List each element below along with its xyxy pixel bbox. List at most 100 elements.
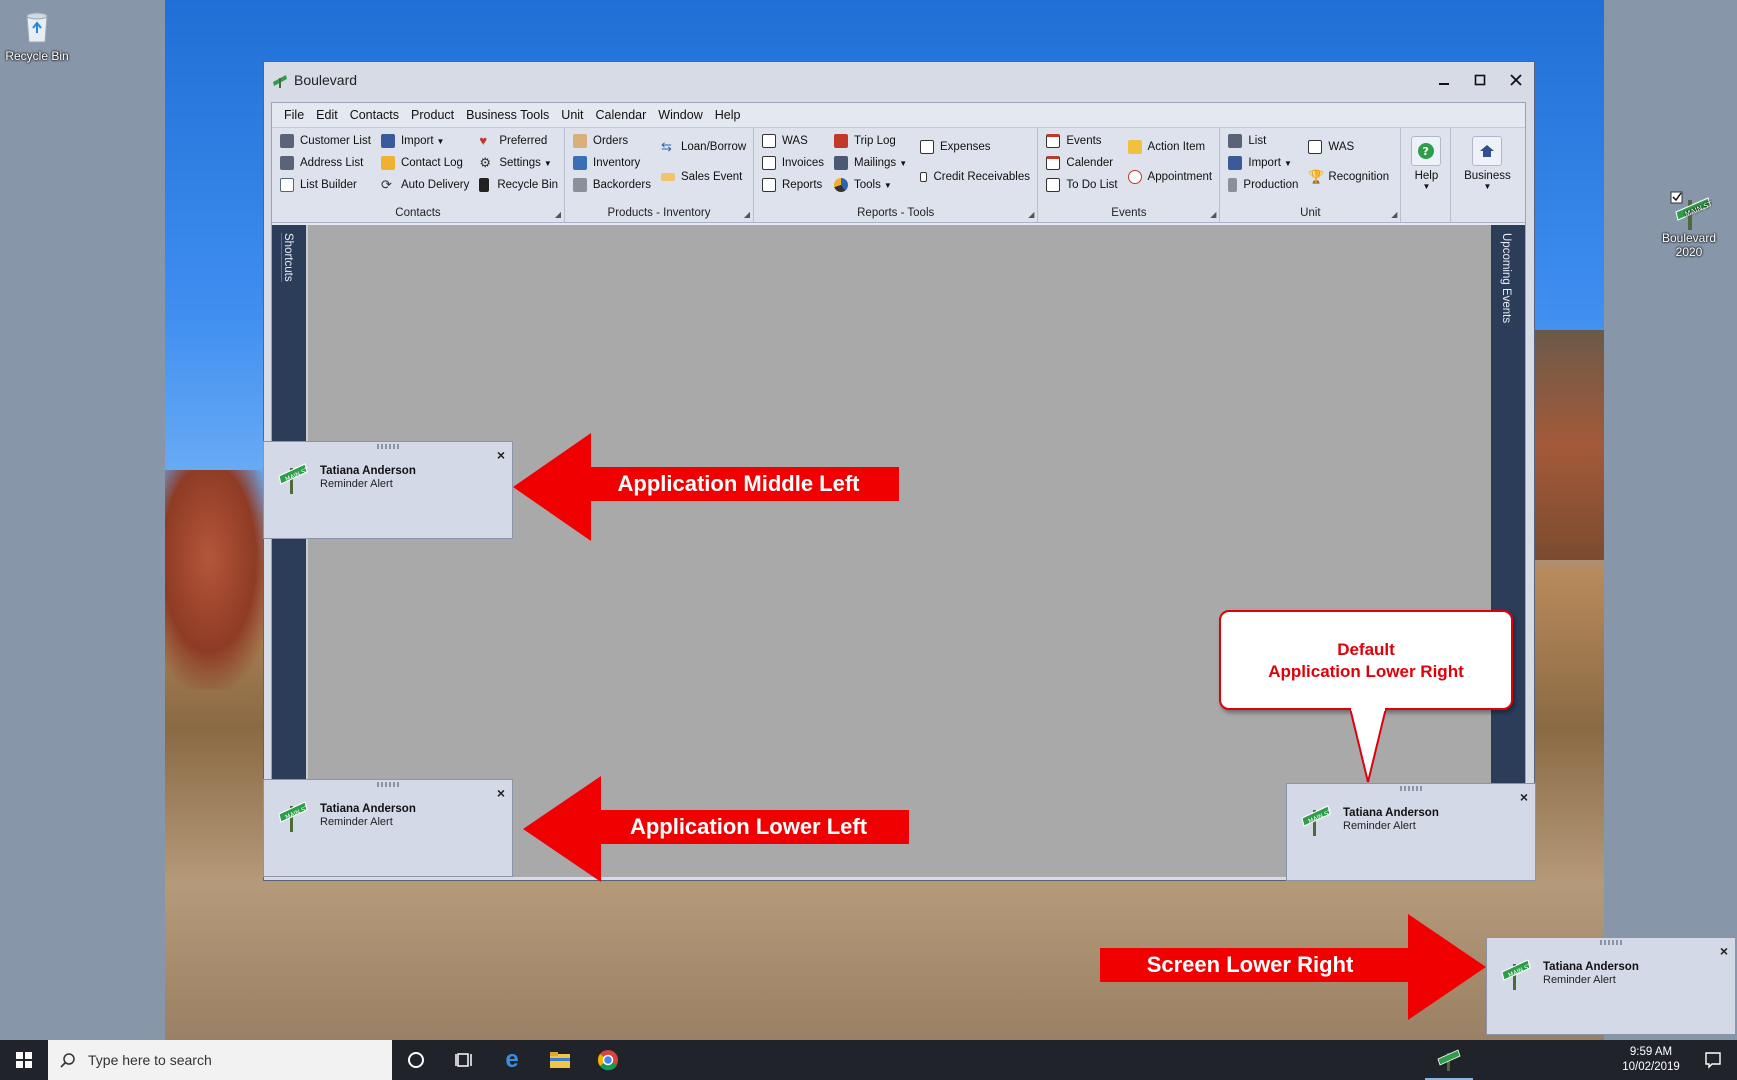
- loan-borrow-button[interactable]: ⇆ Loan/Borrow: [661, 138, 747, 156]
- alert-subtitle: Reminder Alert: [320, 816, 393, 828]
- start-button[interactable]: [0, 1040, 48, 1080]
- maximize-button[interactable]: [1462, 62, 1498, 98]
- chevron-down-icon: ▼: [899, 158, 908, 168]
- upcoming-events-panel-tab[interactable]: Upcoming Events: [1491, 225, 1525, 877]
- invoices-button[interactable]: Invoices: [762, 154, 824, 172]
- dialog-launcher-icon[interactable]: ◢: [555, 210, 561, 219]
- menu-unit[interactable]: Unit: [555, 108, 589, 122]
- file-explorer-button[interactable]: [536, 1040, 584, 1080]
- chrome-button[interactable]: [584, 1040, 632, 1080]
- cart-icon: [573, 178, 587, 192]
- expenses-button[interactable]: Expenses: [920, 138, 1030, 156]
- reminder-alert-lower-left[interactable]: × MAIN ST Tatiana Anderson Reminder Aler…: [263, 779, 513, 877]
- appointment-button[interactable]: Appointment: [1127, 168, 1214, 186]
- menu-edit[interactable]: Edit: [310, 108, 344, 122]
- reminder-alert-app-lower-right[interactable]: × MAIN ST Tatiana Anderson Reminder Aler…: [1286, 783, 1536, 881]
- menu-file[interactable]: File: [278, 108, 310, 122]
- address-list-button[interactable]: Address List: [280, 154, 371, 172]
- production-button[interactable]: Production: [1228, 176, 1298, 194]
- business-button[interactable]: Business ▼: [1457, 132, 1517, 191]
- title-bar[interactable]: Boulevard: [264, 62, 1534, 98]
- task-view-button[interactable]: [440, 1040, 488, 1080]
- auto-delivery-button[interactable]: ⟳ Auto Delivery: [381, 176, 469, 194]
- dialog-launcher-icon[interactable]: ◢: [1028, 210, 1034, 219]
- alert-close-button[interactable]: ×: [1520, 789, 1528, 805]
- unit-import-dropdown-button[interactable]: Import ▼: [1228, 154, 1298, 172]
- credit-receivables-button[interactable]: Credit Receivables: [920, 168, 1030, 186]
- boulevard-taskbar-button[interactable]: [1425, 1040, 1473, 1080]
- chevron-down-icon: ▼: [1422, 182, 1431, 191]
- preferred-button[interactable]: ♥ Preferred: [479, 132, 558, 150]
- checklist-icon: [1046, 178, 1061, 192]
- reminder-alert-middle-left[interactable]: × MAIN ST Tatiana Anderson Reminder Aler…: [263, 441, 513, 539]
- recognition-button[interactable]: 🏆 Recognition: [1308, 168, 1394, 186]
- label-application-lower-left: Application Lower Left: [629, 814, 868, 839]
- menu-window[interactable]: Window: [652, 108, 708, 122]
- tag-icon: [661, 173, 675, 181]
- edge-browser-button[interactable]: e: [488, 1040, 536, 1080]
- clock-time: 9:59 AM: [1629, 1046, 1673, 1058]
- tools-dropdown-button[interactable]: Tools ▼: [834, 176, 910, 194]
- drag-grip[interactable]: [1400, 786, 1422, 791]
- menu-product[interactable]: Product: [405, 108, 460, 122]
- list-builder-button[interactable]: List Builder: [280, 176, 371, 194]
- trip-log-button[interactable]: Trip Log: [834, 132, 910, 150]
- menu-business-tools[interactable]: Business Tools: [460, 108, 555, 122]
- chevron-down-icon: ▼: [543, 158, 552, 168]
- drag-grip[interactable]: [377, 782, 399, 787]
- dialog-launcher-icon[interactable]: ◢: [1210, 210, 1216, 219]
- window-title: Boulevard: [294, 72, 358, 88]
- calender-button[interactable]: Calender: [1046, 154, 1117, 172]
- orders-button[interactable]: Orders: [573, 132, 651, 150]
- action-center-button[interactable]: [1689, 1040, 1737, 1080]
- inventory-button[interactable]: Inventory: [573, 154, 651, 172]
- alert-close-button[interactable]: ×: [1720, 943, 1728, 959]
- action-item-button[interactable]: Action Item: [1127, 138, 1214, 156]
- alert-subtitle: Reminder Alert: [320, 478, 393, 490]
- menu-contacts[interactable]: Contacts: [344, 108, 405, 122]
- sales-event-button[interactable]: Sales Event: [661, 168, 747, 186]
- settings-dropdown-button[interactable]: ⚙ Settings ▼: [479, 154, 558, 172]
- folder-icon: [550, 1052, 570, 1068]
- dialog-launcher-icon[interactable]: ◢: [744, 210, 750, 219]
- ribbon-group-reports: WAS Invoices Reports Trip Log Mailings ▼ …: [754, 128, 1039, 222]
- menu-calendar[interactable]: Calendar: [590, 108, 653, 122]
- unit-was-button[interactable]: WAS: [1308, 138, 1394, 156]
- backorders-button[interactable]: Backorders: [573, 176, 651, 194]
- drag-grip[interactable]: [1600, 940, 1622, 945]
- boulevard-2020-shortcut[interactable]: MAIN ST Boulevard 2020: [1649, 190, 1729, 259]
- clock-date: 10/02/2019: [1622, 1061, 1680, 1073]
- reminder-alert-screen-lower-right[interactable]: × MAIN ST Tatiana Anderson Reminder Aler…: [1486, 937, 1736, 1035]
- taskbar-search-box[interactable]: Type here to search: [48, 1040, 392, 1080]
- events-button[interactable]: Events: [1046, 132, 1117, 150]
- unit-list-button[interactable]: List: [1228, 132, 1298, 150]
- reports-button[interactable]: Reports: [762, 176, 824, 194]
- recycle-bin-shortcut[interactable]: Recycle Bin: [0, 8, 77, 63]
- recycle-bin-button[interactable]: Recycle Bin: [479, 176, 558, 194]
- minimize-button[interactable]: [1426, 62, 1462, 98]
- contact-log-button[interactable]: Contact Log: [380, 154, 469, 172]
- heart-icon: ♥: [479, 133, 488, 148]
- alert-close-button[interactable]: ×: [497, 447, 505, 463]
- menu-help[interactable]: Help: [709, 108, 747, 122]
- trophy-icon: 🏆: [1308, 169, 1325, 184]
- customer-list-button[interactable]: Customer List: [280, 132, 371, 150]
- to-do-list-button[interactable]: To Do List: [1046, 176, 1118, 194]
- was-button[interactable]: WAS: [762, 132, 824, 150]
- ribbon-group-business: Business ▼: [1451, 128, 1525, 222]
- report-icon: [762, 178, 776, 192]
- close-button[interactable]: [1498, 62, 1534, 98]
- dialog-launcher-icon[interactable]: ◢: [1391, 210, 1397, 219]
- mailings-dropdown-button[interactable]: Mailings ▼: [834, 154, 910, 172]
- alert-close-button[interactable]: ×: [497, 785, 505, 801]
- import-dropdown-button[interactable]: Import ▼: [380, 132, 469, 150]
- help-button[interactable]: ? Help ▼: [1401, 132, 1451, 191]
- car-icon: [834, 134, 848, 148]
- people-icon: [280, 134, 294, 148]
- main-st-sign-icon: MAIN ST: [1670, 190, 1714, 230]
- chevron-down-icon: ▼: [1483, 182, 1492, 191]
- cortana-button[interactable]: [392, 1040, 440, 1080]
- search-placeholder: Type here to search: [88, 1052, 212, 1068]
- drag-grip[interactable]: [377, 444, 399, 449]
- clock[interactable]: 9:59 AM 10/02/2019: [1613, 1045, 1689, 1075]
